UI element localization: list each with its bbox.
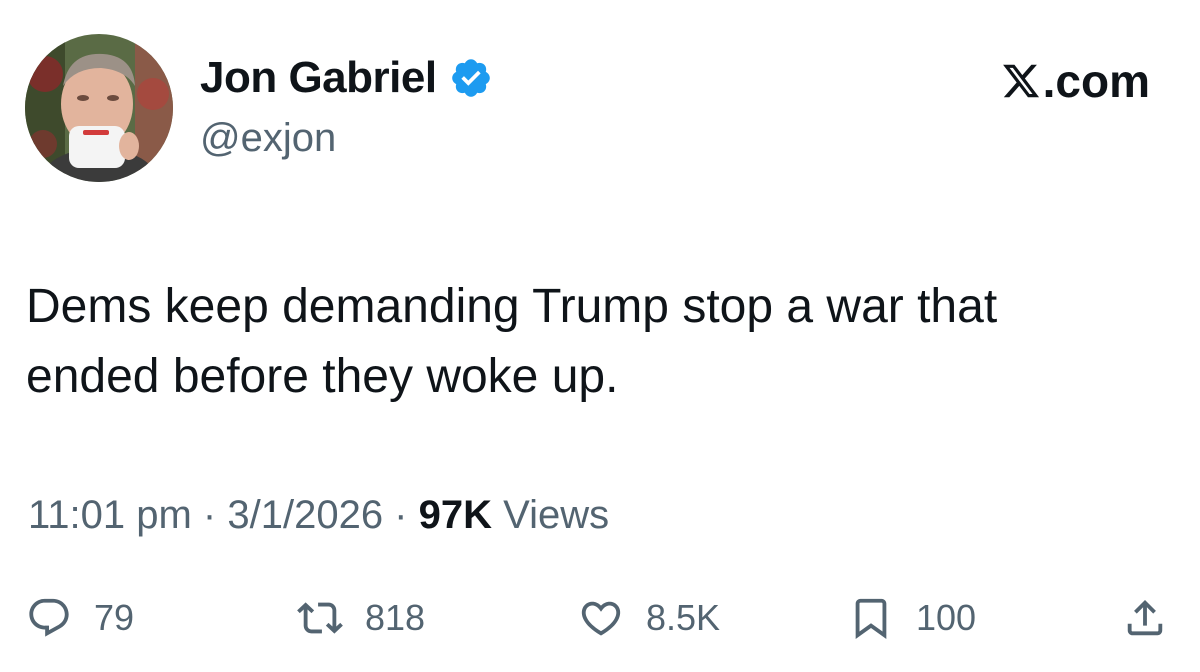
- tweet-date[interactable]: 3/1/2026: [227, 495, 383, 535]
- brand-label: .com: [1001, 58, 1150, 104]
- meta-separator-2: ·: [383, 493, 419, 537]
- tweet-time[interactable]: 11:01 pm: [28, 495, 192, 535]
- verified-badge-icon[interactable]: [449, 56, 493, 100]
- reply-button[interactable]: 79: [26, 595, 134, 641]
- tweet-text: Dems keep demanding Trump stop a war tha…: [26, 272, 1176, 412]
- author-name-row: Jon Gabriel: [200, 56, 493, 100]
- author-handle[interactable]: @exjon: [200, 118, 336, 158]
- share-button[interactable]: [1122, 595, 1168, 641]
- repost-button[interactable]: 818: [297, 595, 425, 641]
- reply-icon: [29, 598, 69, 637]
- bookmark-button[interactable]: 100: [848, 595, 976, 641]
- views-label: Views: [503, 493, 610, 537]
- reply-count: 79: [94, 597, 135, 638]
- bookmark-count: 100: [916, 597, 977, 638]
- tweet-text-line1: Dems keep demanding Trump stop a war tha…: [26, 280, 998, 333]
- display-name[interactable]: Jon Gabriel: [200, 56, 437, 100]
- avatar[interactable]: [25, 34, 173, 182]
- profile-photo: [25, 34, 173, 182]
- repost-count: 818: [365, 597, 426, 638]
- tweet-meta: 11:01 pm · 3/1/2026 · 97K Views: [28, 495, 609, 535]
- heart-icon: [581, 601, 621, 636]
- share-icon: [1127, 599, 1163, 636]
- repost-icon: [297, 602, 343, 634]
- views-gap: [492, 495, 503, 535]
- x-logo-icon: [1002, 64, 1039, 98]
- views-count: 97K: [418, 493, 492, 537]
- brand-domain: .com: [1042, 55, 1150, 107]
- like-count: 8.5K: [646, 597, 721, 638]
- action-bar: 79 818 8.5K 100: [0, 595, 1200, 645]
- like-button[interactable]: 8.5K: [578, 595, 720, 641]
- bookmark-icon: [855, 598, 887, 639]
- tweet-text-line2: ended before they woke up.: [26, 350, 619, 403]
- meta-separator-1: ·: [191, 493, 228, 537]
